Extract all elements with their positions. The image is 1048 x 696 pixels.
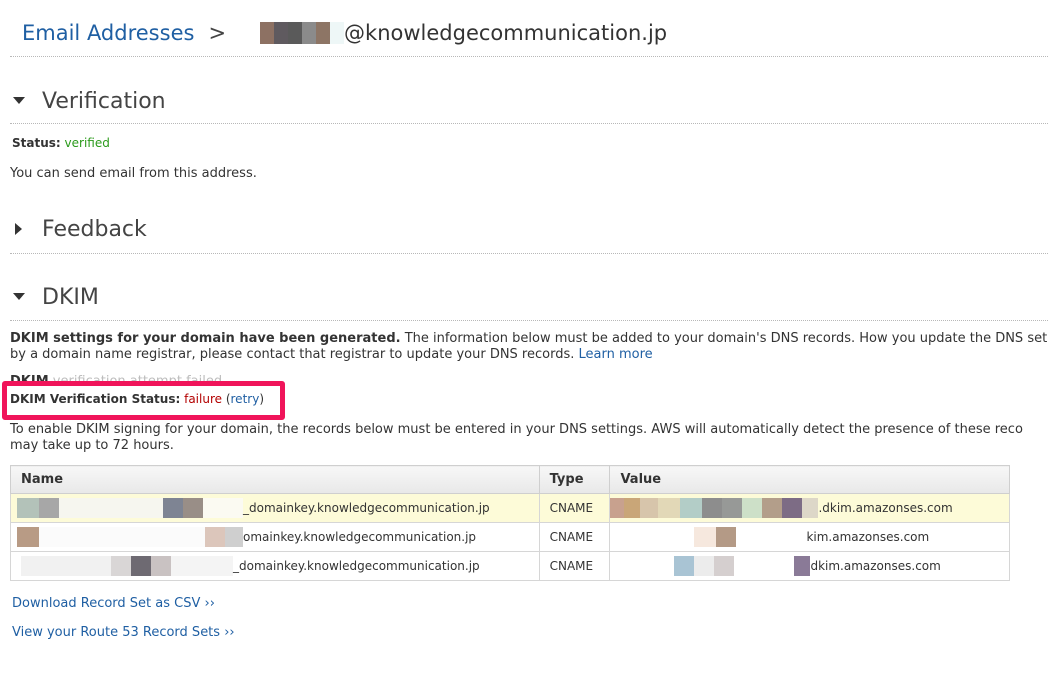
- breadcrumb-separator: >: [208, 21, 227, 45]
- table-header-row: Name Type Value: [10, 465, 1010, 494]
- dkim-instructions-line1: To enable DKIM signing for your domain, …: [10, 422, 1023, 437]
- record-type-cell: CNAME: [538, 551, 611, 581]
- highlight-annotation-box: [2, 381, 285, 420]
- dkim-intro-line2-text: by a domain name registrar, please conta…: [10, 347, 579, 362]
- learn-more-link[interactable]: Learn more: [579, 347, 653, 362]
- column-header-value: Value: [609, 465, 1010, 494]
- dkim-intro-line2: by a domain name registrar, please conta…: [10, 347, 653, 362]
- divider: [10, 123, 1048, 124]
- record-value-cell[interactable]: kim.amazonses.com: [609, 522, 1010, 552]
- feedback-section-toggle[interactable]: Feedback: [12, 214, 147, 244]
- record-value-text: dkim.amazonses.com: [810, 559, 941, 573]
- dkim-records-table: Name Type Value _domainkey.knowledgecomm…: [10, 465, 1010, 581]
- table-row[interactable]: omainkey.knowledgecommunication.jp CNAME…: [10, 522, 1010, 552]
- record-type-cell: CNAME: [538, 522, 611, 552]
- record-name-cell[interactable]: _domainkey.knowledgecommunication.jp: [10, 551, 540, 581]
- status-label: Status:: [12, 136, 61, 150]
- table-row[interactable]: _domainkey.knowledgecommunication.jp CNA…: [10, 551, 1010, 581]
- caret-right-icon: [12, 222, 26, 236]
- breadcrumb: Email Addresses > @knowledgecommunicatio…: [22, 18, 667, 48]
- record-name-text: omainkey.knowledgecommunication.jp: [243, 530, 477, 544]
- record-value-cell[interactable]: .dkim.amazonses.com: [609, 493, 1010, 523]
- divider: [10, 56, 1048, 57]
- verification-status: Status: verified: [12, 136, 110, 150]
- dkim-section-toggle[interactable]: DKIM: [12, 282, 99, 312]
- dkim-section-title: DKIM: [42, 284, 99, 310]
- record-type-cell: CNAME: [538, 493, 611, 523]
- identity-address-domain: @knowledgecommunication.jp: [344, 21, 668, 45]
- record-name-cell[interactable]: _domainkey.knowledgecommunication.jp: [10, 493, 540, 523]
- column-header-name: Name: [10, 465, 540, 494]
- route53-record-sets-link[interactable]: View your Route 53 Record Sets ››: [12, 625, 235, 640]
- table-row[interactable]: _domainkey.knowledgecommunication.jp CNA…: [10, 493, 1010, 523]
- dkim-intro-text: The information below must be added to y…: [400, 331, 1048, 346]
- record-value-text: kim.amazonses.com: [806, 530, 930, 544]
- feedback-section-title: Feedback: [42, 216, 147, 242]
- verification-section-title: Verification: [42, 88, 166, 114]
- column-header-type: Type: [538, 465, 611, 494]
- redacted-address-local-part: [260, 22, 345, 44]
- verification-message: You can send email from this address.: [10, 166, 257, 181]
- record-value-text: .dkim.amazonses.com: [818, 501, 953, 515]
- status-value-badge: verified: [64, 136, 110, 150]
- verification-section-toggle[interactable]: Verification: [12, 86, 166, 116]
- divider: [10, 320, 1048, 321]
- divider: [10, 253, 1048, 254]
- download-csv-link[interactable]: Download Record Set as CSV ››: [12, 596, 215, 611]
- breadcrumb-email-addresses-link[interactable]: Email Addresses: [22, 21, 194, 45]
- record-name-cell[interactable]: omainkey.knowledgecommunication.jp: [10, 522, 540, 552]
- record-name-text: _domainkey.knowledgecommunication.jp: [243, 501, 490, 515]
- record-value-cell[interactable]: dkim.amazonses.com: [609, 551, 1010, 581]
- dkim-instructions-line2: may take up to 72 hours.: [10, 438, 174, 453]
- record-name-text: _domainkey.knowledgecommunication.jp: [233, 559, 480, 573]
- caret-down-icon: [12, 290, 26, 304]
- dkim-intro: DKIM settings for your domain have been …: [10, 331, 1047, 346]
- dkim-intro-bold: DKIM settings for your domain have been …: [10, 331, 401, 346]
- caret-down-icon: [12, 94, 26, 108]
- ses-identity-page: Email Addresses > @knowledgecommunicatio…: [0, 0, 1048, 696]
